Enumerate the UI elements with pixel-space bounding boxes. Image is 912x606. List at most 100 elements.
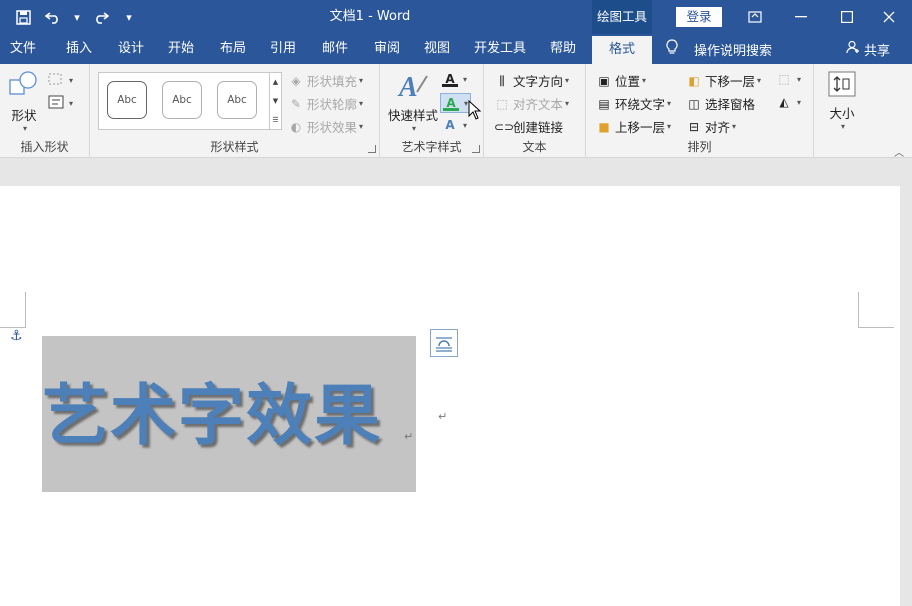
tab-help[interactable]: 帮助 bbox=[542, 34, 584, 64]
shape-effects-button[interactable]: ◐ 形状效果 ▾ bbox=[288, 117, 363, 136]
wordart-styles-group-label: 艺术字样式 bbox=[401, 140, 462, 154]
shapes-dropdown-icon: ▾ bbox=[22, 124, 27, 133]
collapse-ribbon-icon[interactable]: ︿ bbox=[894, 144, 904, 159]
text-effects-icon: A bbox=[445, 118, 455, 132]
send-backward-icon: ◧ bbox=[688, 73, 700, 88]
selection-pane-label: 选择窗格 bbox=[705, 97, 756, 112]
document-top-margin-area bbox=[0, 158, 912, 186]
send-backward-label: 下移一层 bbox=[705, 74, 756, 89]
text-fill-button[interactable]: A ▾ bbox=[442, 71, 467, 87]
selection-pane-button[interactable]: ◫ 选择窗格 bbox=[686, 94, 755, 113]
tab-home[interactable]: 开始 bbox=[160, 34, 202, 64]
minimize-icon[interactable] bbox=[778, 0, 824, 34]
align-label: 对齐 bbox=[705, 120, 731, 135]
tab-design[interactable]: 设计 bbox=[110, 34, 152, 64]
tab-insert[interactable]: 插入 bbox=[58, 34, 100, 64]
position-button[interactable]: ▣ 位置 ▾ bbox=[596, 71, 646, 90]
shape-effects-label: 形状效果 bbox=[307, 120, 358, 135]
selection-pane-icon: ◫ bbox=[688, 96, 700, 111]
align-text-label: 对齐文本 bbox=[513, 97, 564, 112]
tell-me-label: 操作说明搜索 bbox=[694, 43, 773, 59]
shape-style-3[interactable]: Abc bbox=[217, 81, 257, 119]
login-button[interactable]: 登录 bbox=[676, 7, 722, 27]
gallery-more[interactable]: ☰ bbox=[269, 111, 281, 130]
lightbulb-icon bbox=[666, 39, 684, 59]
save-icon[interactable] bbox=[8, 0, 38, 34]
group-insert-shapes: 形状 ▾ ▾ ▾ 插入形状 bbox=[0, 64, 90, 158]
group-wordart-styles: A 快速样式 ▾ A ▾ A ▾ A ▾ 艺术字样式 bbox=[380, 64, 484, 158]
link-icon: ⊂⊃ bbox=[494, 119, 515, 134]
margin-corner-right bbox=[858, 292, 894, 328]
shape-fill-label: 形状填充 bbox=[307, 74, 358, 89]
tab-layout[interactable]: 布局 bbox=[212, 34, 254, 64]
shape-style-2[interactable]: Abc bbox=[162, 81, 202, 119]
send-backward-button[interactable]: ◧ 下移一层 ▾ bbox=[686, 71, 761, 90]
edit-shape-button[interactable]: ▾ bbox=[48, 72, 73, 88]
wrap-text-label: 环绕文字 bbox=[615, 97, 666, 112]
text-group-label: 文本 bbox=[522, 140, 547, 154]
shape-style-1[interactable]: Abc bbox=[107, 81, 147, 119]
undo-icon[interactable] bbox=[38, 0, 68, 34]
insert-shapes-group-label: 插入形状 bbox=[20, 140, 69, 154]
size-button[interactable]: 大小 ▾ bbox=[824, 70, 860, 131]
tab-references[interactable]: 引用 bbox=[262, 34, 304, 64]
align-button[interactable]: ⊟ 对齐 ▾ bbox=[686, 117, 736, 136]
rotate-button[interactable]: ◭ ▾ bbox=[776, 94, 801, 110]
gallery-scroll-down[interactable]: ▼ bbox=[269, 92, 281, 111]
wordart-text[interactable]: 艺术字效果 bbox=[42, 378, 422, 454]
tell-me-search[interactable]: 操作说明搜索 bbox=[666, 34, 772, 64]
text-effects-button[interactable]: A ▾ bbox=[442, 117, 467, 133]
text-direction-button[interactable]: ⫼ 文字方向 ▾ bbox=[494, 71, 569, 90]
shape-outline-button[interactable]: ✎ 形状轮廓 ▾ bbox=[288, 94, 363, 113]
redo-icon[interactable] bbox=[86, 0, 116, 34]
text-fill-icon: A bbox=[442, 71, 458, 87]
shape-styles-group-label: 形状样式 bbox=[210, 140, 259, 154]
share-label: 共享 bbox=[864, 43, 891, 59]
pen-icon: ✎ bbox=[290, 96, 302, 111]
group-arrange: ▣ 位置 ▾ ▤ 环绕文字 ▾ ■ 上移一层 ▾ ◧ 下移一层 ▾ ◫ 选择窗格 ⊟ 对… bbox=[586, 64, 814, 158]
position-icon: ▣ bbox=[598, 73, 610, 88]
size-label: 大小 bbox=[829, 106, 855, 121]
share-button[interactable]: 共享 bbox=[846, 34, 890, 64]
shapes-button[interactable]: 形状 ▾ bbox=[6, 70, 42, 133]
gallery-scroll-up[interactable]: ▲ bbox=[269, 73, 281, 92]
group-size: 大小 ▾ bbox=[814, 64, 870, 158]
text-box-button[interactable]: ▾ bbox=[48, 95, 73, 111]
undo-dropdown-icon[interactable]: ▾ bbox=[68, 0, 86, 34]
ribbon-tabs: 文件 插入 设计 开始 布局 引用 邮件 审阅 视图 开发工具 帮助 格式 bbox=[0, 34, 912, 64]
shape-effects-icon: ◐ bbox=[290, 119, 302, 134]
close-icon[interactable] bbox=[866, 0, 912, 34]
tab-developer[interactable]: 开发工具 bbox=[470, 34, 530, 64]
wrap-text-button[interactable]: ▤ 环绕文字 ▾ bbox=[596, 94, 671, 113]
svg-text:A: A bbox=[397, 72, 418, 100]
text-direction-label: 文字方向 bbox=[513, 74, 564, 89]
ribbon-display-options-icon[interactable] bbox=[732, 0, 778, 34]
layout-options-icon[interactable] bbox=[430, 329, 458, 357]
document-title: 文档1 - Word bbox=[329, 9, 411, 24]
tab-mailings[interactable]: 邮件 bbox=[314, 34, 356, 64]
wordart-styles-launcher-icon[interactable] bbox=[472, 145, 480, 153]
tab-format[interactable]: 格式 bbox=[592, 36, 652, 64]
paint-bucket-icon: ◈ bbox=[291, 73, 301, 88]
quick-styles-button[interactable]: A 快速样式 ▾ bbox=[386, 70, 440, 133]
shape-styles-launcher-icon[interactable] bbox=[368, 145, 376, 153]
arrange-group-label: 排列 bbox=[687, 140, 712, 154]
shapes-icon bbox=[8, 70, 40, 103]
shape-style-gallery: Abc Abc Abc ▲ ▼ ☰ bbox=[98, 72, 282, 130]
group-objects-button[interactable]: ⬚ ▾ bbox=[776, 71, 801, 87]
document-right-edge bbox=[900, 186, 912, 606]
shapes-label: 形状 bbox=[11, 108, 37, 123]
anchor-icon[interactable]: ⚓ bbox=[10, 328, 23, 344]
bring-forward-button[interactable]: ■ 上移一层 ▾ bbox=[596, 117, 671, 136]
tab-view[interactable]: 视图 bbox=[416, 34, 458, 64]
shape-fill-button[interactable]: ◈ 形状填充 ▾ bbox=[288, 71, 363, 90]
maximize-icon[interactable] bbox=[824, 0, 870, 34]
group-objects-icon: ⬚ bbox=[778, 72, 790, 86]
tab-review[interactable]: 审阅 bbox=[366, 34, 408, 64]
customize-toolbar-icon[interactable]: ▾ bbox=[120, 0, 138, 34]
text-outline-button[interactable]: A ▾ bbox=[440, 93, 472, 113]
quick-styles-label: 快速样式 bbox=[387, 108, 438, 123]
create-link-button[interactable]: ⊂⊃ 创建链接 bbox=[494, 117, 563, 136]
tab-file[interactable]: 文件 bbox=[2, 34, 44, 64]
align-text-button[interactable]: ⬚ 对齐文本 ▾ bbox=[494, 94, 569, 113]
